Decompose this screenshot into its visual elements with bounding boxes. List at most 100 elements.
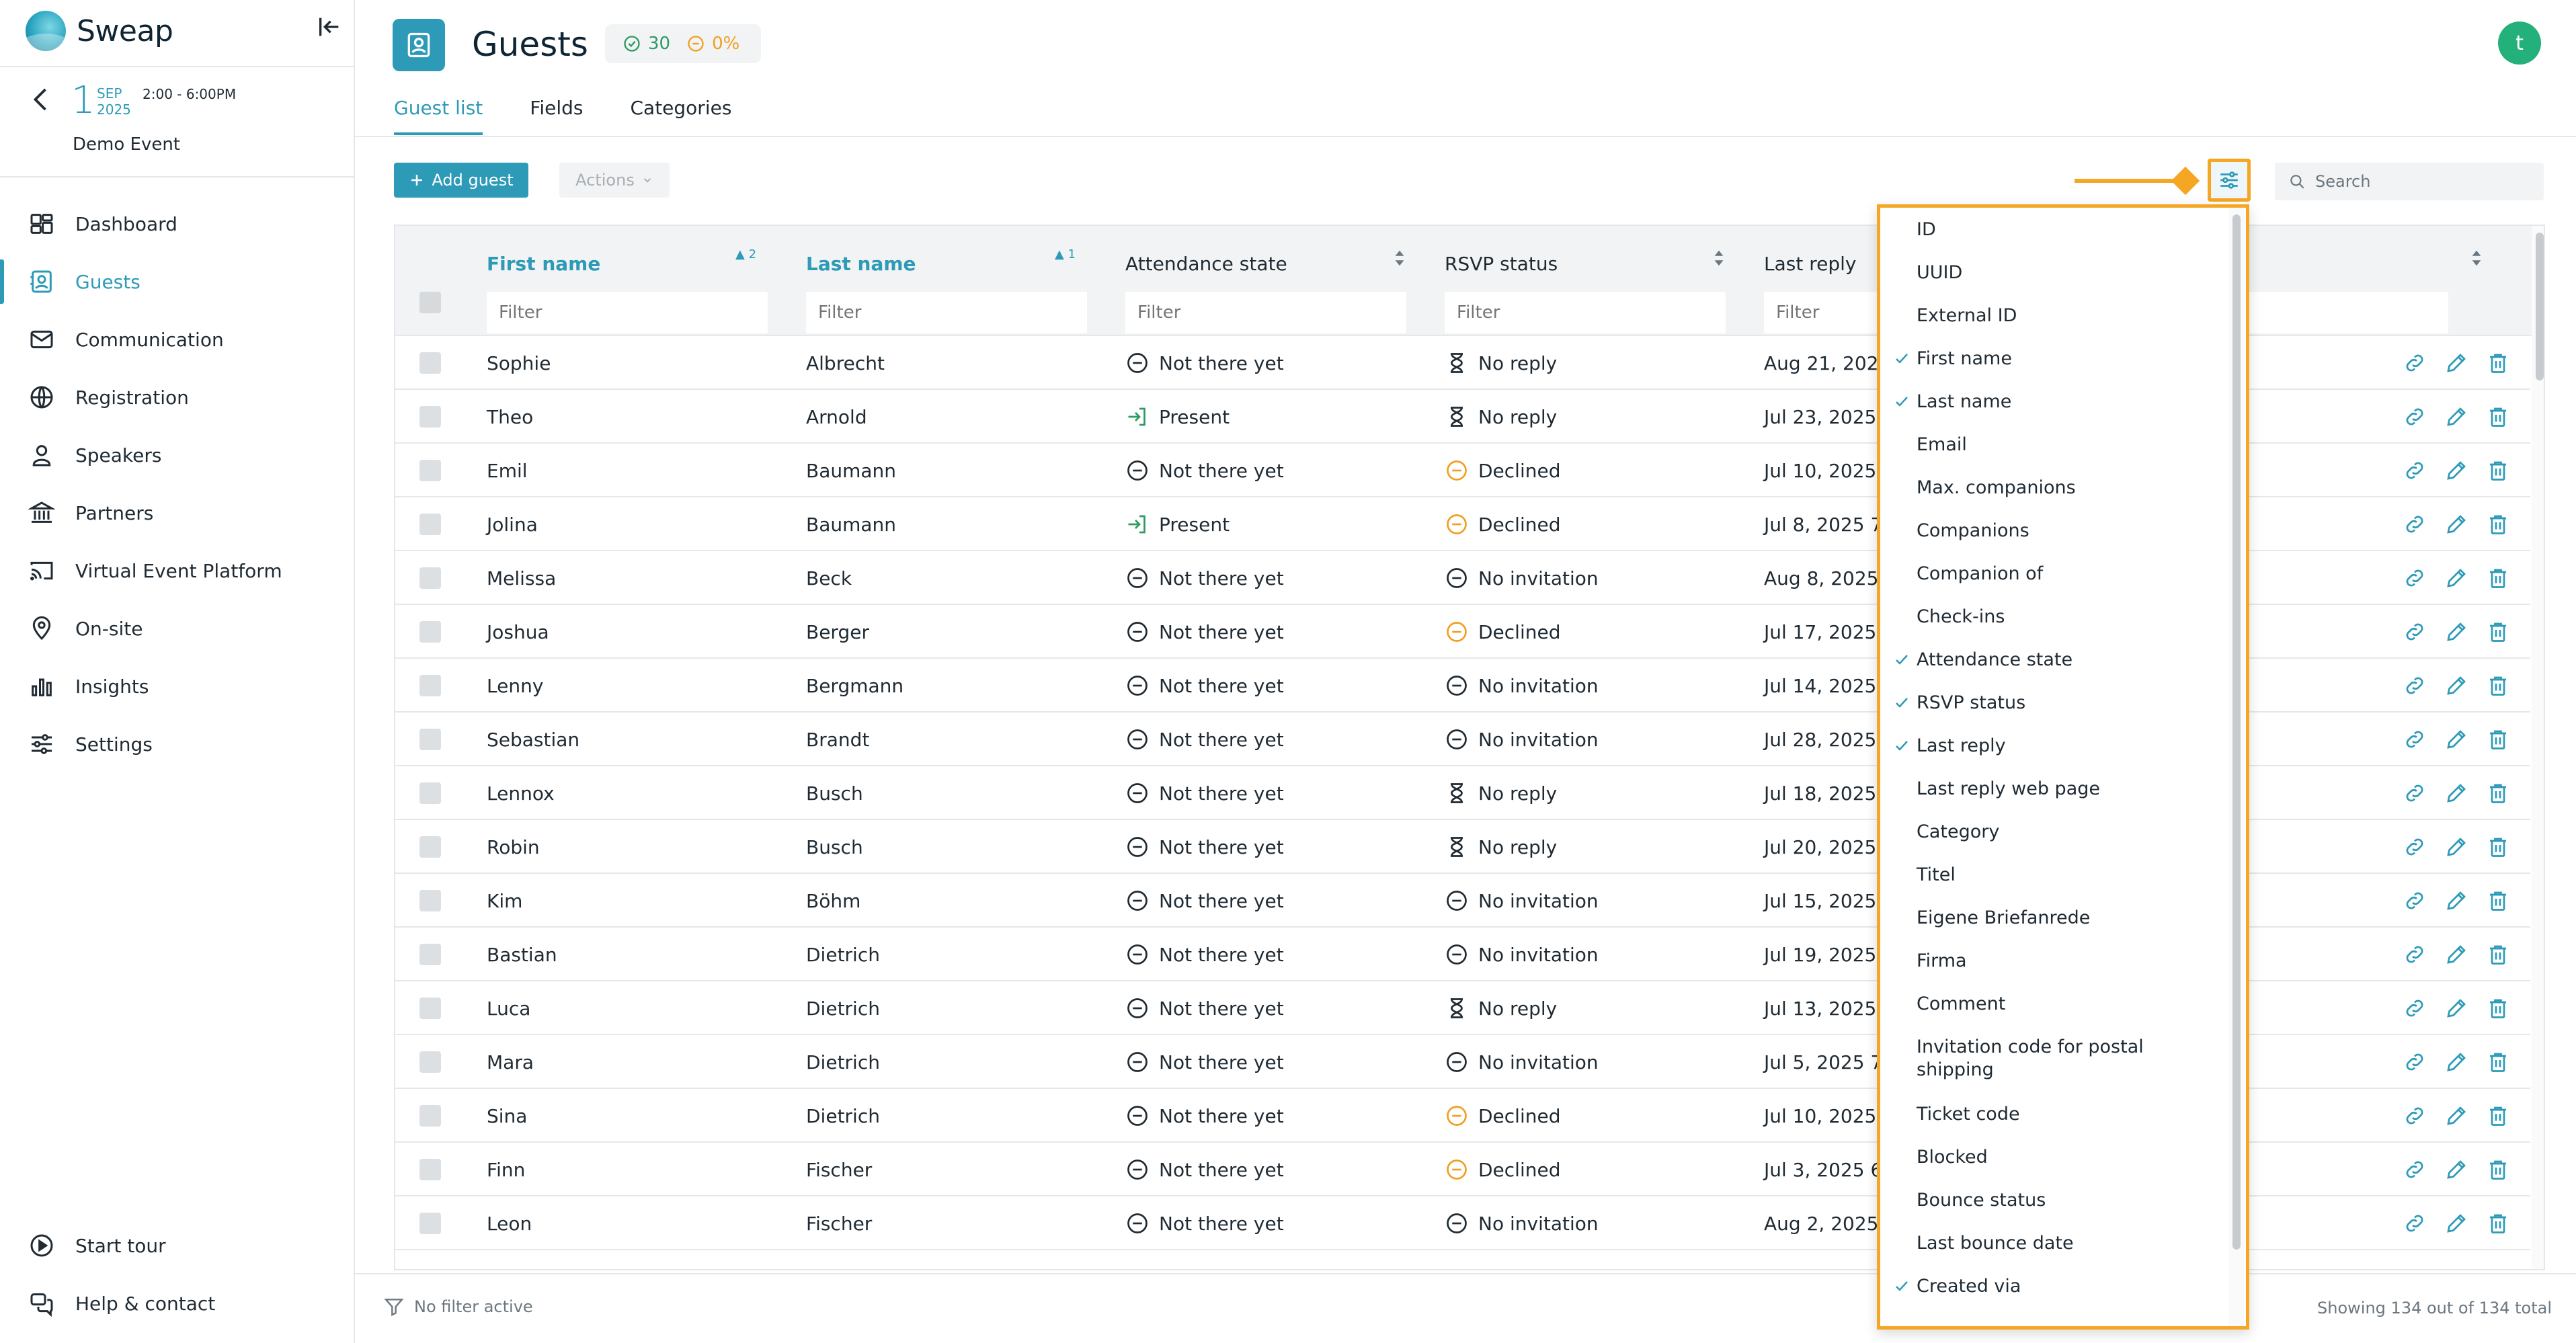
column-first-name[interactable]: First name ▲ 2 — [487, 239, 769, 333]
row-checkbox[interactable] — [419, 460, 441, 481]
column-option[interactable]: Last reply web page — [1880, 767, 2224, 810]
column-option[interactable]: Bounce status — [1880, 1178, 2224, 1221]
column-settings-button[interactable] — [2208, 159, 2251, 202]
link-icon[interactable] — [2403, 512, 2427, 536]
column-option[interactable]: Blocked — [1880, 1135, 2224, 1178]
column-option[interactable]: RSVP status — [1880, 681, 2224, 724]
menu-scrollbar-thumb[interactable] — [2232, 214, 2241, 1250]
column-option[interactable]: Titel — [1880, 853, 2224, 896]
link-icon[interactable] — [2403, 727, 2427, 751]
column-created-via[interactable] — [2210, 239, 2493, 333]
trash-icon[interactable] — [2486, 781, 2510, 805]
trash-icon[interactable] — [2486, 512, 2510, 536]
first-name-filter-input[interactable] — [487, 292, 768, 333]
column-option[interactable]: Comment — [1880, 982, 2224, 1025]
row-checkbox[interactable] — [419, 782, 441, 804]
row-checkbox[interactable] — [419, 944, 441, 965]
row-checkbox[interactable] — [419, 352, 441, 374]
trash-icon[interactable] — [2486, 835, 2510, 859]
trash-icon[interactable] — [2486, 889, 2510, 913]
trash-icon[interactable] — [2486, 566, 2510, 590]
nav-item-help-contact[interactable]: Help & contact — [0, 1274, 355, 1332]
column-option[interactable]: ID — [1880, 208, 2224, 251]
row-checkbox[interactable] — [419, 998, 441, 1019]
table-scrollbar[interactable] — [2532, 226, 2544, 1269]
trash-icon[interactable] — [2486, 351, 2510, 375]
edit-pencil-icon[interactable] — [2444, 996, 2468, 1020]
edit-pencil-icon[interactable] — [2444, 458, 2468, 483]
tab-fields[interactable]: Fields — [530, 97, 583, 135]
trash-icon[interactable] — [2486, 1050, 2510, 1074]
trash-icon[interactable] — [2486, 620, 2510, 644]
column-option[interactable]: Invitation code for postal shipping — [1880, 1025, 2224, 1092]
trash-icon[interactable] — [2486, 405, 2510, 429]
trash-icon[interactable] — [2486, 1104, 2510, 1128]
select-all-checkbox[interactable] — [419, 292, 441, 313]
column-option[interactable]: UUID — [1880, 251, 2224, 294]
row-checkbox[interactable] — [419, 406, 441, 428]
last-name-filter-input[interactable] — [806, 292, 1087, 333]
edit-pencil-icon[interactable] — [2444, 835, 2468, 859]
column-attendance-state[interactable]: Attendance state — [1125, 239, 1408, 333]
column-option[interactable]: Last reply — [1880, 724, 2224, 767]
link-icon[interactable] — [2403, 1050, 2427, 1074]
trash-icon[interactable] — [2486, 727, 2510, 751]
trash-icon[interactable] — [2486, 1157, 2510, 1182]
nav-item-start-tour[interactable]: Start tour — [0, 1217, 355, 1274]
trash-icon[interactable] — [2486, 942, 2510, 967]
edit-pencil-icon[interactable] — [2444, 1104, 2468, 1128]
column-option[interactable]: Firma — [1880, 939, 2224, 982]
add-guest-button[interactable]: Add guest — [394, 163, 528, 198]
link-icon[interactable] — [2403, 566, 2427, 590]
column-option[interactable]: Companion of — [1880, 552, 2224, 595]
nav-item-communication[interactable]: Communication — [0, 311, 355, 368]
edit-pencil-icon[interactable] — [2444, 1211, 2468, 1235]
attendance-filter-input[interactable] — [1125, 292, 1406, 333]
row-checkbox[interactable] — [419, 514, 441, 535]
link-icon[interactable] — [2403, 942, 2427, 967]
trash-icon[interactable] — [2486, 458, 2510, 483]
edit-pencil-icon[interactable] — [2444, 1157, 2468, 1182]
link-icon[interactable] — [2403, 996, 2427, 1020]
link-icon[interactable] — [2403, 1104, 2427, 1128]
link-icon[interactable] — [2403, 889, 2427, 913]
collapse-sidebar-icon[interactable] — [316, 13, 343, 40]
brand[interactable]: Sweap — [26, 9, 173, 52]
back-arrow-icon[interactable] — [28, 83, 52, 116]
tab-guest-list[interactable]: Guest list — [394, 97, 483, 135]
tab-categories[interactable]: Categories — [630, 97, 731, 135]
actions-dropdown[interactable]: Actions — [559, 163, 670, 198]
nav-item-partners[interactable]: Partners — [0, 484, 355, 542]
edit-pencil-icon[interactable] — [2444, 781, 2468, 805]
link-icon[interactable] — [2403, 1157, 2427, 1182]
trash-icon[interactable] — [2486, 674, 2510, 698]
edit-pencil-icon[interactable] — [2444, 674, 2468, 698]
row-checkbox[interactable] — [419, 675, 441, 696]
nav-item-insights[interactable]: Insights — [0, 657, 355, 715]
edit-pencil-icon[interactable] — [2444, 942, 2468, 967]
column-option[interactable]: Ticket code — [1880, 1092, 2224, 1135]
user-avatar[interactable]: t — [2498, 22, 2541, 65]
row-checkbox[interactable] — [419, 621, 441, 643]
row-checkbox[interactable] — [419, 1105, 441, 1127]
column-option[interactable]: Companions — [1880, 509, 2224, 552]
row-checkbox[interactable] — [419, 1159, 441, 1180]
nav-item-settings[interactable]: Settings — [0, 715, 355, 773]
column-option[interactable]: Last name — [1880, 380, 2224, 423]
edit-pencil-icon[interactable] — [2444, 727, 2468, 751]
nav-item-dashboard[interactable]: Dashboard — [0, 195, 355, 253]
row-checkbox[interactable] — [419, 1051, 441, 1073]
column-option[interactable]: External ID — [1880, 294, 2224, 337]
edit-pencil-icon[interactable] — [2444, 405, 2468, 429]
nav-item-speakers[interactable]: Speakers — [0, 426, 355, 484]
edit-pencil-icon[interactable] — [2444, 351, 2468, 375]
rsvp-filter-input[interactable] — [1445, 292, 1726, 333]
edit-pencil-icon[interactable] — [2444, 620, 2468, 644]
column-option[interactable]: Eigene Briefanrede — [1880, 896, 2224, 939]
table-scrollbar-thumb[interactable] — [2536, 233, 2544, 380]
row-checkbox[interactable] — [419, 890, 441, 911]
row-checkbox[interactable] — [419, 1213, 441, 1234]
column-option[interactable]: Last bounce date — [1880, 1221, 2224, 1264]
column-option[interactable]: Category — [1880, 810, 2224, 853]
column-option[interactable]: Check-ins — [1880, 595, 2224, 638]
